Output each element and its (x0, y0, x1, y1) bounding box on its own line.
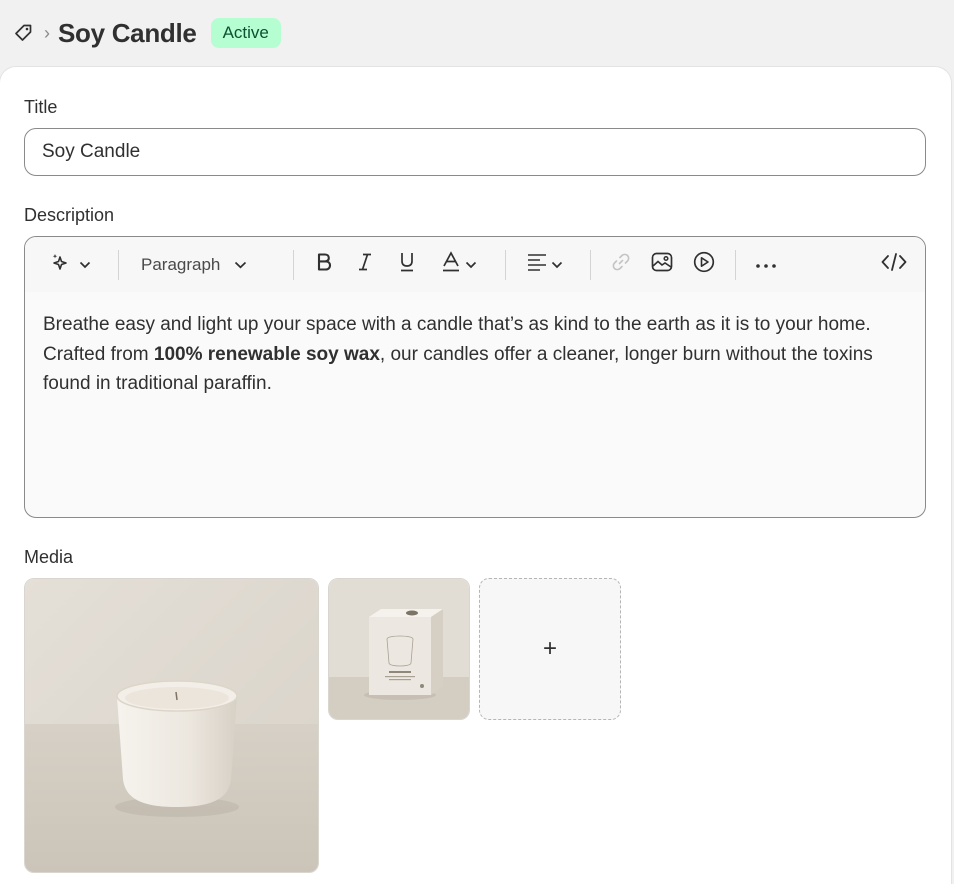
format-select[interactable]: Paragraph (141, 247, 271, 283)
page-header: › Soy Candle Active (0, 0, 954, 66)
media-thumbnail-candle[interactable] (24, 578, 319, 873)
chevron-down-icon (551, 256, 563, 274)
toolbar-divider (293, 249, 294, 280)
breadcrumb-separator: › (44, 22, 50, 43)
chevron-down-icon (234, 256, 247, 274)
add-media-button[interactable]: + (479, 578, 621, 720)
editor-content[interactable]: Breathe easy and light up your space wit… (25, 292, 925, 417)
rich-text-editor[interactable]: Paragraph Breathe easy and light up your… (24, 236, 926, 518)
underline-button[interactable] (392, 247, 422, 283)
toolbar-divider (505, 249, 506, 280)
title-input[interactable] (24, 128, 926, 176)
more-icon (755, 256, 777, 274)
insert-image-button[interactable] (648, 247, 676, 283)
bold-icon (316, 252, 332, 277)
magic-menu-button[interactable] (43, 247, 99, 283)
title-label: Title (24, 97, 58, 117)
chevron-down-icon (79, 256, 91, 274)
more-button[interactable] (751, 247, 781, 283)
text-color-icon (441, 251, 461, 278)
tag-icon[interactable] (12, 22, 34, 44)
align-button[interactable] (522, 247, 568, 283)
editor-toolbar: Paragraph (25, 237, 925, 292)
candle-box-photo (329, 579, 469, 719)
plus-icon: + (542, 635, 557, 662)
image-icon (651, 252, 673, 277)
candle-photo (25, 579, 318, 872)
link-icon (611, 252, 631, 277)
video-icon (693, 251, 715, 278)
text-color-button[interactable] (435, 247, 483, 283)
code-icon (881, 252, 907, 277)
align-left-icon (527, 253, 547, 276)
toolbar-divider (590, 249, 591, 280)
page-title: Soy Candle (58, 17, 197, 48)
toolbar-divider (735, 249, 736, 280)
chevron-down-icon (465, 256, 477, 274)
insert-video-button[interactable] (690, 247, 718, 283)
toolbar-divider (118, 249, 119, 280)
media-label: Media (24, 547, 74, 567)
bold-button[interactable] (309, 247, 339, 283)
description-bold-text: 100% renewable soy wax (153, 343, 380, 365)
italic-icon (357, 252, 373, 277)
media-thumbnail-box[interactable] (328, 578, 470, 720)
html-code-button[interactable] (879, 247, 909, 283)
magic-sparkle-icon (51, 252, 73, 277)
description-label: Description (24, 205, 115, 225)
italic-button[interactable] (350, 247, 380, 283)
format-select-label: Paragraph (141, 254, 221, 274)
underline-icon (398, 251, 416, 278)
link-button[interactable] (607, 247, 635, 283)
product-card: Title Description Paragraph (0, 67, 951, 884)
status-badge: Active (210, 18, 281, 48)
